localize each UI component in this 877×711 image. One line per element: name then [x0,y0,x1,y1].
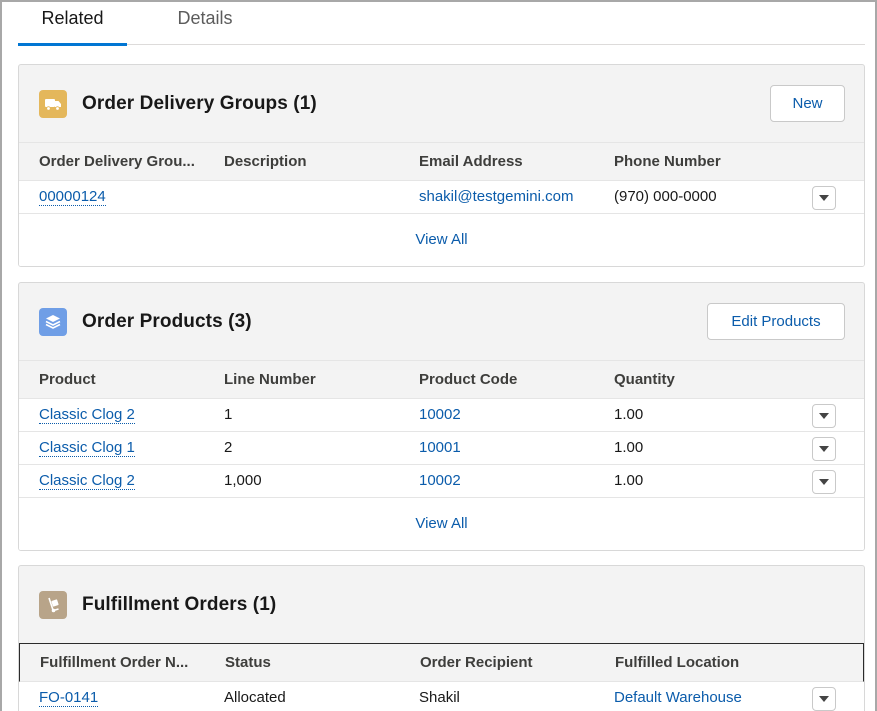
line-number-cell: 2 [224,439,233,456]
column-header[interactable]: Description [224,152,307,172]
fulfillment-order-link[interactable]: FO-0141 [39,689,99,707]
fulfillment-orders-card: Fulfillment Orders (1) Fulfillment Order… [18,565,865,711]
product-link[interactable]: Classic Clog 2 [39,406,135,424]
chevron-down-icon [819,696,829,702]
table-row: FO-0141 Allocated Shakil Default Warehou… [19,682,864,711]
card-title[interactable]: Fulfillment Orders (1) [82,592,276,618]
view-all-link[interactable]: View All [415,231,467,248]
column-header[interactable]: Order Recipient [420,653,533,673]
order-products-card: Order Products (3) Edit Products Product… [18,282,865,551]
table-row: Classic Clog 2 1 10002 1.00 [19,399,864,432]
product-link[interactable]: Classic Clog 2 [39,472,135,490]
card-title[interactable]: Order Products (3) [82,309,252,335]
card-header: Order Products (3) Edit Products [19,283,864,360]
new-button[interactable]: New [770,85,845,122]
column-header[interactable]: Phone Number [614,152,721,172]
table-body: Classic Clog 2 1 10002 1.00 Classic Clog… [19,399,864,550]
table-header: Product Line Number Product Code Quantit… [19,360,864,399]
view-all-container: View All [19,498,864,550]
table-body: FO-0141 Allocated Shakil Default Warehou… [19,682,864,711]
location-link[interactable]: Default Warehouse [614,689,742,706]
table-header: Order Delivery Grou... Description Email… [19,142,864,181]
recipient-cell: Shakil [419,689,460,706]
edit-products-button[interactable]: Edit Products [707,303,845,340]
line-number-cell: 1 [224,406,233,423]
row-actions-button[interactable] [812,470,836,494]
view-all-link[interactable]: View All [415,515,467,532]
truck-icon [39,90,67,118]
row-actions-button[interactable] [812,186,836,210]
order-delivery-groups-card: Order Delivery Groups (1) New Order Deli… [18,64,865,267]
tab-details[interactable]: Details [150,5,260,45]
hand-truck-icon [39,591,67,619]
table-row: 00000124 shakil@testgemini.com (970) 000… [19,181,864,214]
line-number-cell: 1,000 [224,472,262,489]
row-actions-button[interactable] [812,687,836,711]
column-header[interactable]: Fulfillment Order N... [40,653,220,673]
chevron-down-icon [819,195,829,201]
product-code-link[interactable]: 10001 [419,439,461,456]
quantity-cell: 1.00 [614,472,644,489]
tab-bar: Related Details [18,2,865,46]
quantity-cell: 1.00 [614,439,644,456]
chevron-down-icon [819,479,829,485]
column-header[interactable]: Order Delivery Grou... [39,152,219,172]
chevron-down-icon [819,413,829,419]
column-header[interactable]: Fulfilled Location [615,653,739,673]
status-cell: Allocated [224,689,286,706]
view-all-container: View All [19,214,864,266]
product-code-link[interactable]: 10002 [419,472,461,489]
phone-cell: (970) 000-0000 [614,188,717,205]
table-body: 00000124 shakil@testgemini.com (970) 000… [19,181,864,266]
column-header[interactable]: Product Code [419,370,517,390]
product-code-link[interactable]: 10002 [419,406,461,423]
card-title[interactable]: Order Delivery Groups (1) [82,91,317,117]
delivery-group-link[interactable]: 00000124 [39,188,106,206]
column-header[interactable]: Email Address [419,152,523,172]
tab-related[interactable]: Related [18,5,127,46]
table-row: Classic Clog 2 1,000 10002 1.00 [19,465,864,498]
column-header[interactable]: Status [225,653,271,673]
column-header[interactable]: Line Number [224,370,316,390]
quantity-cell: 1.00 [614,406,644,423]
column-header[interactable]: Product [39,370,96,390]
related-panel: Related Details Order Delivery Groups (1… [0,0,877,711]
table-row: Classic Clog 1 2 10001 1.00 [19,432,864,465]
column-header[interactable]: Quantity [614,370,675,390]
chevron-down-icon [819,446,829,452]
product-link[interactable]: Classic Clog 1 [39,439,135,457]
table-header: Fulfillment Order N... Status Order Reci… [19,643,864,682]
email-link[interactable]: shakil@testgemini.com [419,188,573,205]
row-actions-button[interactable] [812,437,836,461]
card-header: Order Delivery Groups (1) New [19,65,864,142]
card-header: Fulfillment Orders (1) [19,566,864,643]
layers-icon [39,308,67,336]
row-actions-button[interactable] [812,404,836,428]
